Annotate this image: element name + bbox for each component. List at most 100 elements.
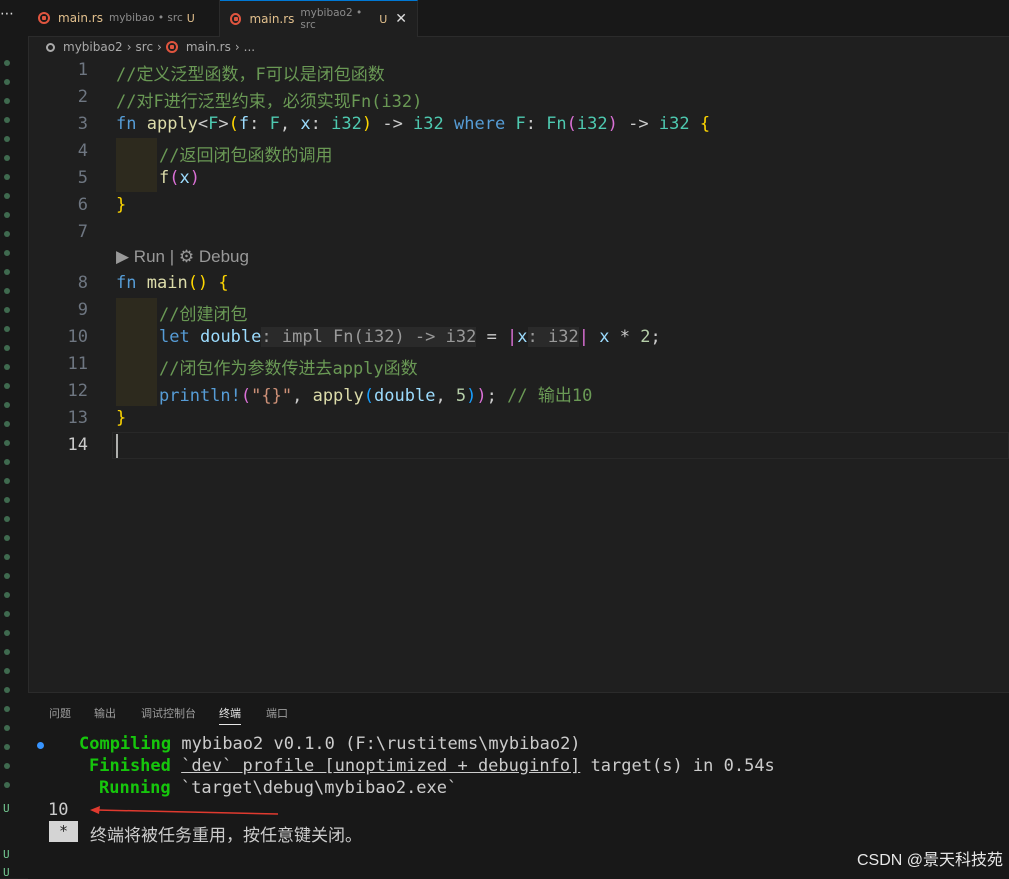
gutter-dot <box>4 288 10 294</box>
tab-bar: main.rs mybibao • src U main.rs mybibao2… <box>28 0 1009 37</box>
line-number: 4 <box>77 141 88 161</box>
code-line: //创建闭包 <box>159 305 248 325</box>
text-cursor <box>116 434 118 458</box>
code-editor[interactable]: 1 2 3 4 5 6 7 8 9 10 11 12 13 14 //定义泛型函… <box>28 58 1009 692</box>
gutter-dot <box>4 421 10 427</box>
line-number: 3 <box>77 114 88 134</box>
line-number: 14 <box>67 435 88 455</box>
terminal-line-finished: Finished `dev` profile [unoptimized + de… <box>89 756 775 776</box>
rust-file-icon <box>38 12 50 24</box>
line-number: 12 <box>67 381 88 401</box>
codelens: ▶ Run | ⚙ Debug <box>116 247 249 267</box>
git-status-letter: U <box>3 802 10 815</box>
code-line: //闭包作为参数传进去apply函数 <box>159 359 418 379</box>
gutter-dot <box>4 744 10 750</box>
tab-problems[interactable]: 问题 <box>49 705 71 721</box>
current-line-highlight <box>112 432 1009 459</box>
gutter-dot <box>4 345 10 351</box>
code-line: println!("{}", apply(double, 5)); // 输出1… <box>159 386 593 406</box>
tab-debug-console[interactable]: 调试控制台 <box>141 705 196 721</box>
terminal-output: 10 <box>48 800 69 820</box>
line-number: 9 <box>77 300 88 320</box>
red-arrow-annotation <box>90 806 279 815</box>
tab-output[interactable]: 输出 <box>94 705 116 721</box>
tab-filename: main.rs <box>249 12 295 26</box>
gutter-dot <box>4 155 10 161</box>
breadcrumb: mybibao2 › src › main.rs › ... <box>46 37 255 57</box>
gutter-dot <box>4 307 10 313</box>
code-line: //返回闭包函数的调用 <box>159 146 333 166</box>
gutter-dot <box>4 326 10 332</box>
code-line: //定义泛型函数，F可以是闭包函数 <box>116 65 385 85</box>
debug-codelens[interactable]: ⚙ Debug <box>179 247 249 266</box>
gutter-dot <box>4 706 10 712</box>
gutter-dot <box>4 554 10 560</box>
code-line: let double: impl Fn(i32) -> i32 = |x: i3… <box>159 327 661 347</box>
git-status-letter: U <box>3 866 10 879</box>
line-number: 1 <box>77 60 88 80</box>
tab-description: mybibao • src <box>108 12 183 24</box>
breadcrumb-item-project[interactable]: mybibao2 <box>63 40 123 54</box>
code-line: } <box>116 195 127 215</box>
terminal-status-dot <box>37 742 44 749</box>
gutter-dot <box>4 364 10 370</box>
line-number: 10 <box>67 327 88 347</box>
gutter-dot <box>4 440 10 446</box>
gutter-dot <box>4 136 10 142</box>
tab-main-rs-mybibao2[interactable]: main.rs mybibao2 • src U ✕ <box>220 0 418 37</box>
terminal-notice: 终端将被任务重用，按任意键关闭。 <box>90 826 362 846</box>
breadcrumb-item-src[interactable]: src <box>136 40 154 54</box>
rust-file-icon <box>230 13 242 25</box>
gutter-dot <box>4 174 10 180</box>
folder-root-icon <box>46 42 55 52</box>
breadcrumb-item-symbol[interactable]: ... <box>244 40 255 54</box>
close-icon[interactable]: ✕ <box>395 11 407 27</box>
tab-git-status: U <box>379 12 388 26</box>
gutter-dot <box>4 649 10 655</box>
chevron-right-icon: › <box>234 40 240 54</box>
gutter-dot <box>4 459 10 465</box>
gutter-dot <box>4 231 10 237</box>
more-icon[interactable]: ⋯ <box>0 6 14 22</box>
gutter-dot <box>4 516 10 522</box>
line-number: 2 <box>77 87 88 107</box>
gutter-dot <box>4 402 10 408</box>
indent-guide <box>116 138 157 192</box>
line-number: 7 <box>77 222 88 242</box>
gutter-dot <box>4 592 10 598</box>
terminal-line-compiling: Compiling mybibao2 v0.1.0 (F:\rustitems\… <box>79 734 581 754</box>
code-line: } <box>116 408 127 428</box>
gutter-dot <box>4 269 10 275</box>
gutter-dot <box>4 763 10 769</box>
chevron-right-icon: › <box>157 40 162 54</box>
run-codelens[interactable]: ▶ Run <box>116 247 165 266</box>
code-line: f(x) <box>159 168 200 188</box>
tab-terminal[interactable]: 终端 <box>219 705 241 725</box>
terminal-line-running: Running `target\debug\mybibao2.exe` <box>99 778 458 798</box>
gutter-dot <box>4 478 10 484</box>
gutter-dot <box>4 573 10 579</box>
watermark: CSDN @景天科技苑 <box>856 852 1003 869</box>
gutter-dot <box>4 668 10 674</box>
gutter-dot <box>4 611 10 617</box>
tab-filename: main.rs <box>58 11 103 25</box>
line-number: 5 <box>77 168 88 188</box>
breadcrumb-item-file[interactable]: main.rs <box>186 40 231 54</box>
codelens-separator: | <box>169 247 175 266</box>
gutter-dot <box>4 630 10 636</box>
gutter-dot <box>4 117 10 123</box>
activity-gutter: ⋯ U U U <box>0 0 29 879</box>
gutter-dot <box>4 79 10 85</box>
tab-main-rs-mybibao[interactable]: main.rs mybibao • src U <box>28 0 220 36</box>
line-number: 6 <box>77 195 88 215</box>
tab-ports[interactable]: 端口 <box>266 705 288 721</box>
code-line: fn apply<F>(f: F, x: i32) -> i32 where F… <box>116 114 711 134</box>
gutter-dot <box>4 782 10 788</box>
code-line: fn main() { <box>116 273 229 293</box>
tab-description: mybibao2 • src <box>300 7 363 31</box>
gutter-dot <box>4 60 10 66</box>
git-status-letter: U <box>3 848 10 861</box>
code-line: //对F进行泛型约束，必须实现Fn(i32) <box>116 92 423 112</box>
gutter-dot <box>4 725 10 731</box>
gutter-dot <box>4 687 10 693</box>
